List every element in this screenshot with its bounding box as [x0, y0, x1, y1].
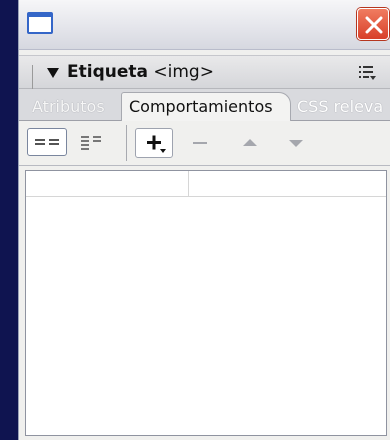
collapse-triangle-icon[interactable]	[47, 68, 59, 78]
window-icon	[27, 12, 53, 34]
panel-options-icon[interactable]	[359, 65, 377, 81]
column-divider[interactable]	[188, 171, 189, 197]
show-set-events-icon	[35, 139, 59, 145]
panel-title: Etiqueta <img>	[67, 62, 214, 82]
behaviors-list[interactable]	[25, 170, 387, 436]
remove-behavior-icon	[193, 142, 207, 144]
add-behavior-icon	[147, 135, 166, 153]
close-button[interactable]	[357, 8, 389, 40]
behaviors-toolbar	[19, 121, 390, 166]
show-all-events-button[interactable]	[77, 128, 109, 156]
move-up-icon	[243, 139, 257, 146]
show-set-events-button[interactable]	[27, 128, 67, 156]
tab-atributos[interactable]: Atributos	[32, 95, 126, 121]
tab-css-relevante[interactable]: CSS releva	[294, 95, 390, 121]
behaviors-panel-window: Etiqueta <img> Atributos CSS releva Comp…	[18, 0, 390, 440]
list-header-row	[26, 171, 386, 197]
move-down-icon	[289, 140, 303, 147]
panel-title-tag: <img>	[147, 62, 214, 82]
toolbar-separator	[126, 125, 127, 161]
move-down-button[interactable]	[283, 131, 309, 155]
title-bar[interactable]	[19, 0, 390, 50]
remove-behavior-button[interactable]	[187, 131, 213, 155]
tab-strip: Atributos CSS releva Comportamientos	[19, 89, 390, 122]
add-behavior-button[interactable]	[135, 128, 173, 158]
move-up-button[interactable]	[237, 131, 263, 155]
close-icon	[365, 16, 383, 34]
tab-comportamientos[interactable]: Comportamientos	[121, 92, 291, 122]
panel-title-bold: Etiqueta	[67, 62, 148, 82]
panel-header[interactable]: Etiqueta <img>	[19, 55, 390, 97]
grip-handle-icon[interactable]	[32, 65, 37, 97]
show-all-events-icon	[81, 136, 101, 150]
